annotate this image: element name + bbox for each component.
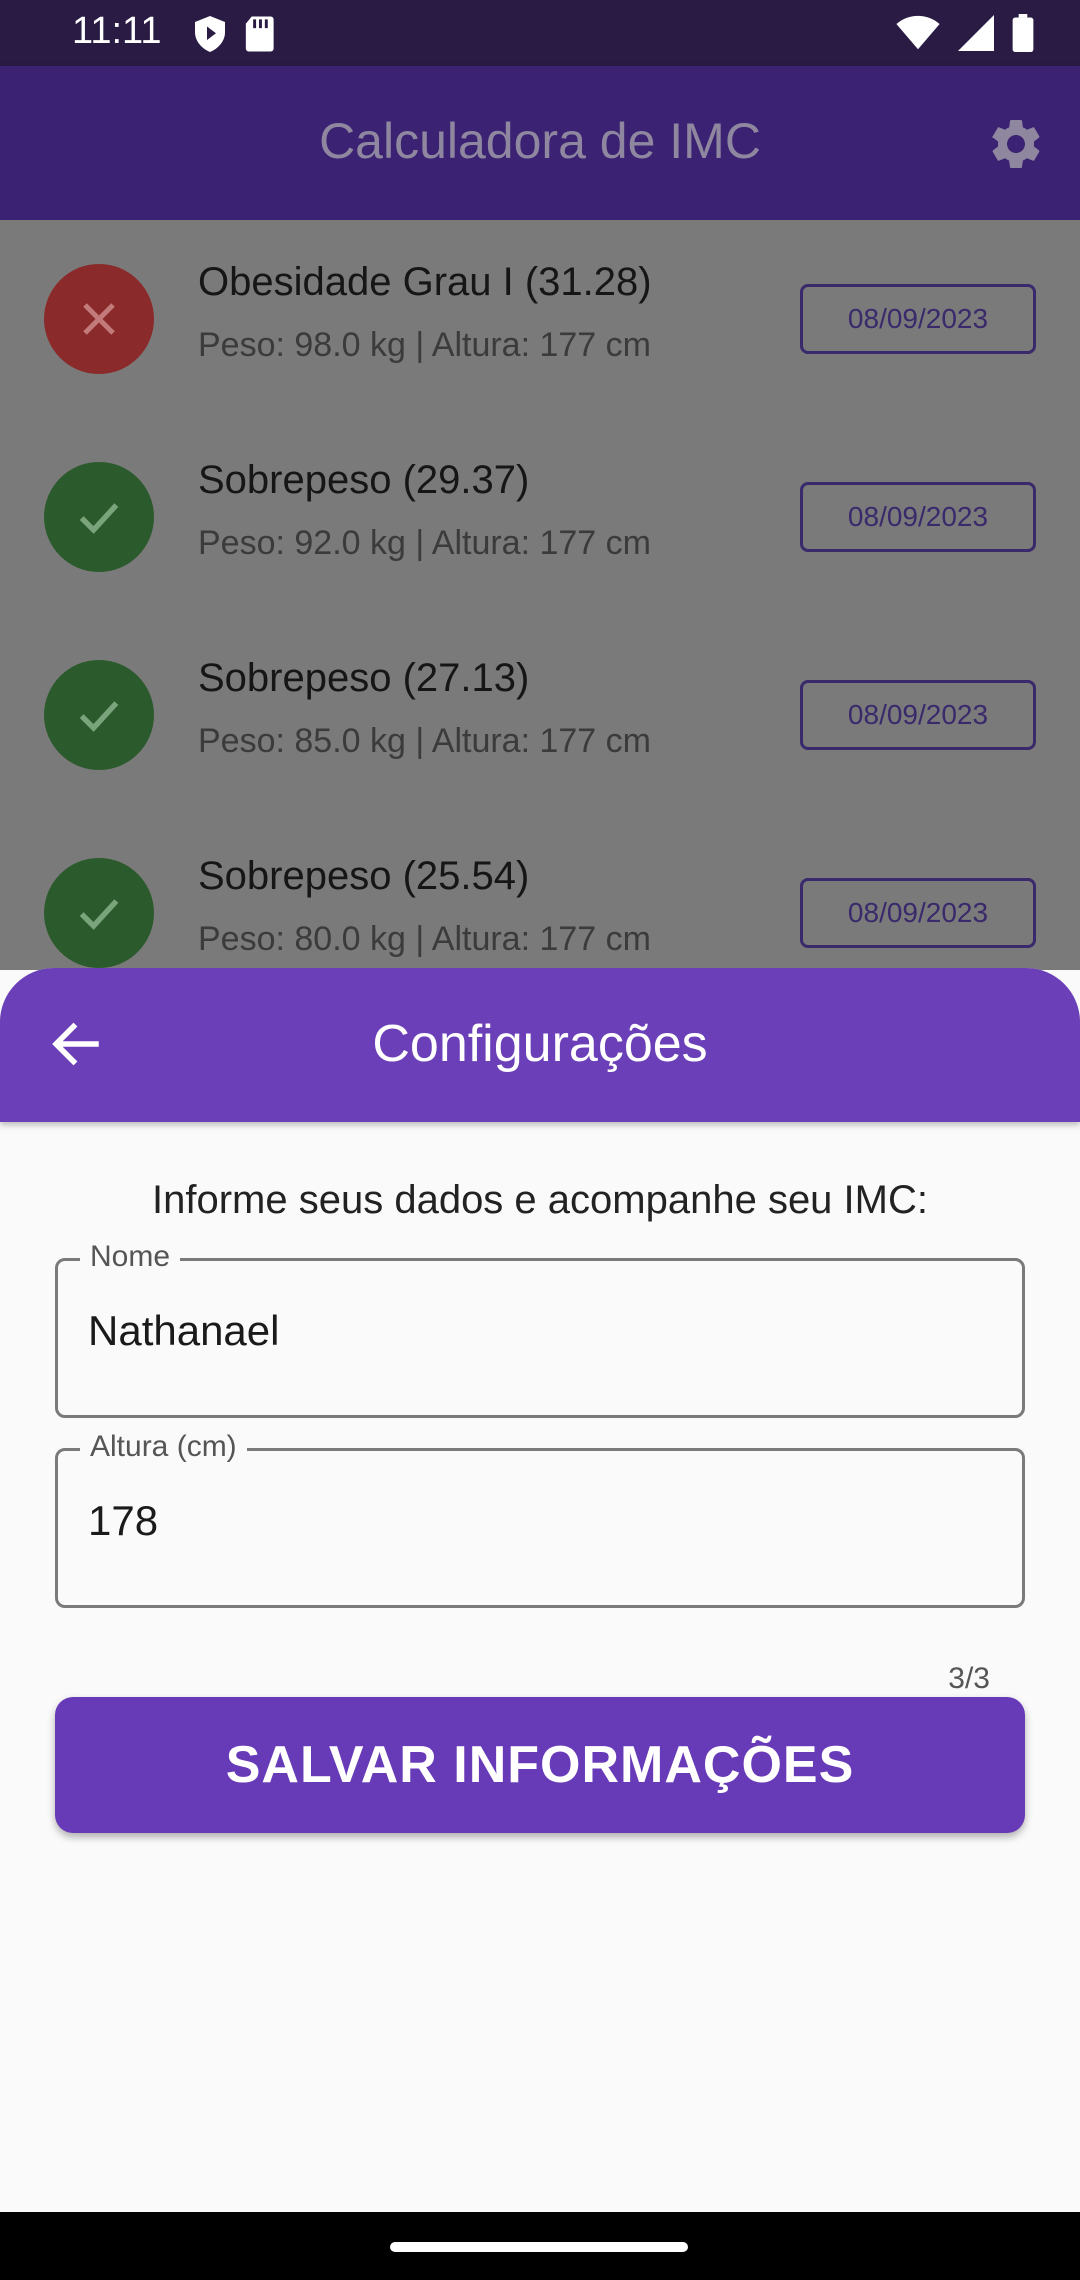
date-badge: 08/09/2023 bbox=[800, 680, 1036, 750]
item-title: Sobrepeso (29.37) bbox=[198, 458, 530, 502]
status-avatar bbox=[44, 660, 154, 770]
height-input[interactable] bbox=[88, 1497, 988, 1545]
settings-sheet: Configurações Informe seus dados e acomp… bbox=[0, 968, 1080, 2212]
intro-text: Informe seus dados e acompanhe seu IMC: bbox=[152, 1178, 928, 1222]
history-list: Obesidade Grau I (31.28) Peso: 98.0 kg |… bbox=[0, 220, 1080, 970]
name-field-label: Nome bbox=[80, 1240, 181, 1274]
character-counter: 3/3 bbox=[948, 1662, 990, 1695]
check-icon bbox=[79, 701, 119, 732]
list-item[interactable]: Sobrepeso (29.37) Peso: 92.0 kg | Altura… bbox=[0, 418, 1080, 616]
list-item[interactable]: Sobrepeso (27.13) Peso: 85.0 kg | Altura… bbox=[0, 616, 1080, 814]
status-avatar bbox=[44, 858, 154, 968]
status-avatar bbox=[44, 462, 154, 572]
close-icon bbox=[83, 303, 115, 335]
item-subtitle: Peso: 92.0 kg | Altura: 177 cm bbox=[198, 524, 651, 562]
wifi-icon bbox=[896, 15, 940, 50]
gear-icon[interactable] bbox=[986, 114, 1046, 174]
check-icon bbox=[79, 503, 119, 534]
height-field-label: Altura (cm) bbox=[80, 1430, 247, 1464]
sd-card-icon bbox=[245, 16, 274, 52]
battery-icon bbox=[1012, 14, 1034, 52]
height-field[interactable]: Altura (cm) bbox=[55, 1430, 1025, 1608]
status-bar: 11:11 bbox=[0, 0, 1080, 66]
status-time: 11:11 bbox=[72, 10, 162, 52]
item-subtitle: Peso: 98.0 kg | Altura: 177 cm bbox=[198, 326, 651, 364]
date-badge: 08/09/2023 bbox=[800, 878, 1036, 948]
name-input[interactable] bbox=[88, 1307, 988, 1355]
list-item[interactable]: Sobrepeso (25.54) Peso: 80.0 kg | Altura… bbox=[0, 814, 1080, 970]
item-subtitle: Peso: 80.0 kg | Altura: 177 cm bbox=[198, 920, 651, 958]
app-title: Calculadora de IMC bbox=[319, 113, 761, 169]
shield-icon bbox=[195, 16, 225, 52]
save-button[interactable]: SALVAR INFORMAÇÕES bbox=[55, 1697, 1025, 1833]
item-title: Obesidade Grau I (31.28) bbox=[198, 260, 652, 304]
list-item[interactable]: Obesidade Grau I (31.28) Peso: 98.0 kg |… bbox=[0, 220, 1080, 418]
item-subtitle: Peso: 85.0 kg | Altura: 177 cm bbox=[198, 722, 651, 760]
home-gesture-handle[interactable] bbox=[390, 2242, 688, 2252]
date-badge: 08/09/2023 bbox=[800, 284, 1036, 354]
name-field[interactable]: Nome bbox=[55, 1240, 1025, 1418]
signal-icon bbox=[958, 15, 994, 51]
item-title: Sobrepeso (25.54) bbox=[198, 854, 530, 898]
app-bar: Calculadora de IMC bbox=[0, 66, 1080, 220]
sheet-header: Configurações bbox=[0, 968, 1080, 1122]
item-title: Sobrepeso (27.13) bbox=[198, 656, 530, 700]
sheet-title: Configurações bbox=[372, 1015, 708, 1073]
check-icon bbox=[79, 899, 119, 930]
date-badge: 08/09/2023 bbox=[800, 482, 1036, 552]
status-avatar bbox=[44, 264, 154, 374]
navigation-bar bbox=[0, 2212, 1080, 2280]
